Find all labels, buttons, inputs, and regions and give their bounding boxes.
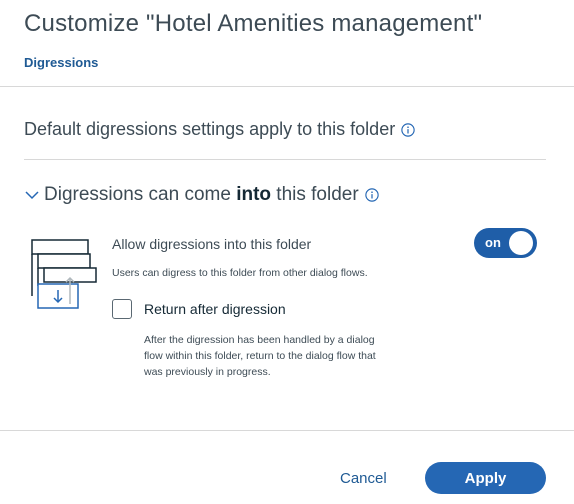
tab-digressions[interactable]: Digressions	[24, 55, 98, 81]
return-description-line: After the digression has been handled by…	[144, 334, 375, 346]
digression-flow-icon	[31, 239, 97, 309]
chevron-down-icon[interactable]	[24, 188, 40, 202]
apply-button[interactable]: Apply	[425, 462, 546, 494]
return-description-line: flow within this folder, return to the d…	[144, 350, 376, 362]
allow-digressions-label: Allow digressions into this folder	[112, 236, 312, 252]
default-settings-heading-text: Default digressions settings apply to th…	[24, 119, 396, 139]
customize-folder-dialog: Customize "Hotel Amenities management" D…	[0, 0, 574, 504]
return-after-digression-label[interactable]: Return after digression	[144, 301, 286, 317]
return-after-digression-description: After the digression has been handled by…	[144, 332, 414, 380]
allow-digressions-description: Users can digress to this folder from ot…	[112, 267, 368, 279]
digressions-into-heading-bold: into	[236, 184, 272, 205]
dialog-title: Customize "Hotel Amenities management"	[24, 10, 483, 37]
return-description-line: was previously in progress.	[144, 366, 271, 378]
digressions-into-heading[interactable]: Digressions can come into this folder	[24, 184, 379, 206]
return-after-digression-checkbox[interactable]	[112, 299, 132, 319]
info-circle-icon[interactable]	[364, 188, 379, 202]
cancel-button[interactable]: Cancel	[340, 470, 387, 487]
allow-digressions-toggle[interactable]: on	[474, 228, 537, 258]
toggle-knob	[509, 231, 533, 255]
info-circle-icon[interactable]	[401, 122, 415, 137]
digressions-into-heading-suffix: this folder	[271, 184, 359, 205]
tab-bar: Digressions	[0, 48, 574, 87]
divider	[24, 159, 546, 160]
digressions-into-heading-prefix: Digressions can come	[44, 184, 237, 205]
default-settings-heading: Default digressions settings apply to th…	[24, 119, 415, 140]
toggle-state-label: on	[485, 235, 501, 250]
footer-divider	[0, 430, 574, 431]
